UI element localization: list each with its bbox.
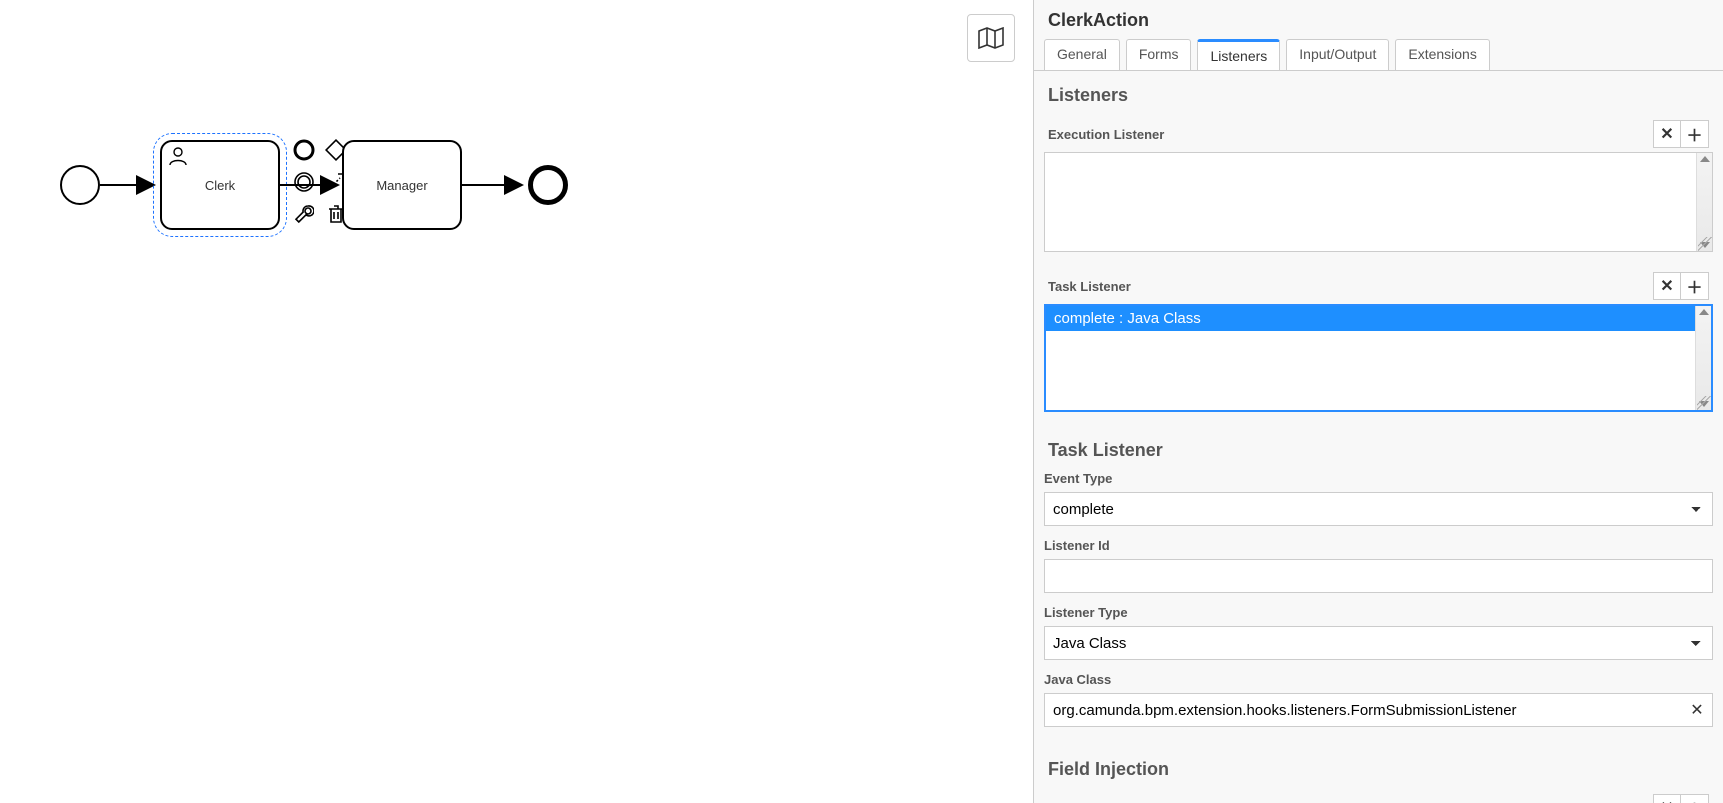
java-class-input[interactable] [1044,693,1713,727]
tab-input-output[interactable]: Input/Output [1286,39,1389,70]
properties-panel-toggle[interactable]: Properties Panel [1033,248,1034,378]
user-task-icon [168,146,188,166]
panel-body: Listeners Execution Listener ✕ ＋ Task Li… [1034,70,1723,803]
section-field-injection-header: Field Injection [1034,745,1723,786]
execution-listener-list[interactable] [1044,152,1713,252]
listener-type-label: Listener Type [1044,605,1713,620]
tab-general[interactable]: General [1044,39,1120,70]
task-listener-list[interactable]: complete : Java Class [1044,304,1713,412]
pad-wrench[interactable] [290,200,318,228]
start-event[interactable] [60,165,100,205]
user-task-clerk[interactable]: Clerk [160,140,280,230]
panel-tabs: General Forms Listeners Input/Output Ext… [1034,39,1723,70]
task-label: Manager [376,178,427,193]
task-listener-add-button[interactable]: ＋ [1681,272,1709,300]
task-listener-label: Task Listener ✕ ＋ [1034,264,1723,304]
task-listener-row[interactable]: complete : Java Class [1046,306,1711,331]
listener-id-input[interactable] [1044,559,1713,593]
wrench-icon [294,204,314,224]
sequence-flow[interactable] [100,178,160,192]
task-listener-remove-button[interactable]: ✕ [1653,272,1681,300]
fields-label: Fields ✕ ＋ [1034,786,1723,803]
event-type-select[interactable]: complete [1044,492,1713,526]
execution-listener-label: Execution Listener ✕ ＋ [1034,112,1723,152]
fields-remove-button[interactable]: ✕ [1653,794,1681,803]
map-icon [978,27,1004,49]
event-type-label: Event Type [1044,471,1713,486]
scrollbar[interactable] [1695,306,1711,410]
section-task-listener-header: Task Listener [1034,426,1723,467]
tab-listeners[interactable]: Listeners [1197,39,1280,70]
listener-id-label: Listener Id [1044,538,1713,553]
panel-title: ClerkAction [1034,0,1723,39]
execution-listener-add-button[interactable]: ＋ [1681,120,1709,148]
pad-append-end-event[interactable] [290,136,318,164]
resize-grip[interactable] [1697,396,1711,410]
end-event-icon [293,139,315,161]
fields-add-button[interactable]: ＋ [1681,794,1709,803]
minimap-toggle-button[interactable] [967,14,1015,62]
sequence-flow[interactable] [462,178,528,192]
properties-panel: Properties Panel ClerkAction General For… [1033,0,1723,803]
listener-type-select[interactable]: Java Class [1044,626,1713,660]
execution-listener-remove-button[interactable]: ✕ [1653,120,1681,148]
tab-forms[interactable]: Forms [1126,39,1192,70]
java-class-label: Java Class [1044,672,1713,687]
java-class-clear-button[interactable]: ✕ [1682,694,1712,726]
end-event[interactable] [528,165,568,205]
sequence-flow[interactable] [280,178,344,192]
resize-grip[interactable] [1698,237,1712,251]
task-label: Clerk [205,178,235,193]
bpmn-diagram: Clerk [60,130,660,330]
tab-extensions[interactable]: Extensions [1395,39,1489,70]
diagram-canvas[interactable]: Clerk [0,0,1033,803]
user-task-manager[interactable]: Manager [342,140,462,230]
section-listeners-header: Listeners [1034,71,1723,112]
